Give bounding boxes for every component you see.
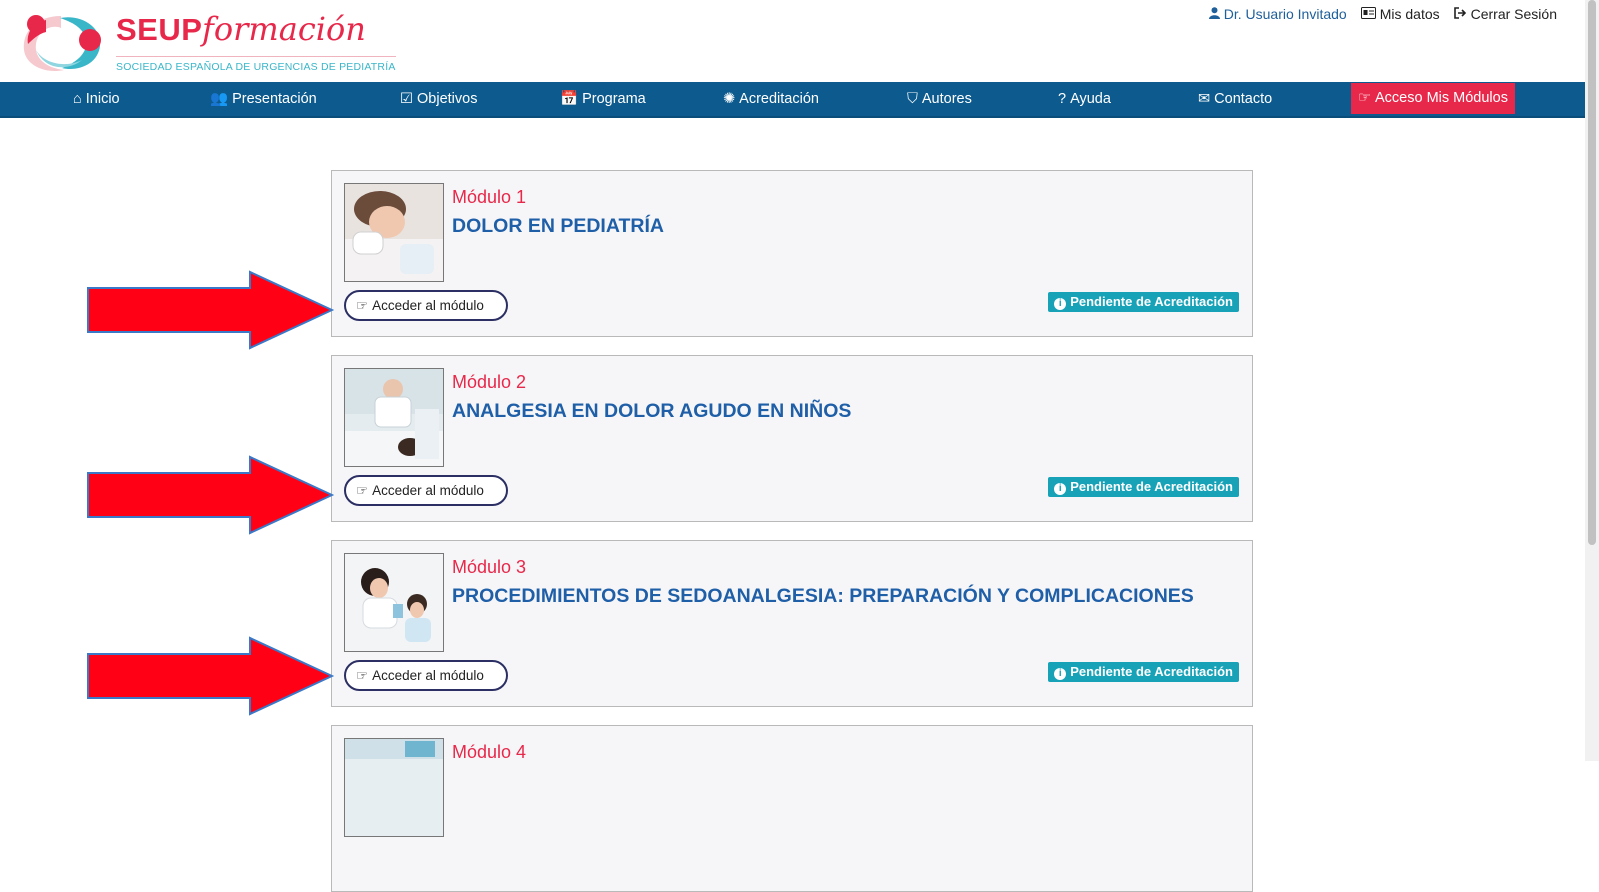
my-data-link[interactable]: Mis datos — [1360, 6, 1440, 22]
module-thumbnail — [344, 553, 444, 652]
nav-label: Ayuda — [1070, 91, 1111, 107]
module-image — [345, 369, 443, 466]
nav-item-objetivos[interactable]: ☑ Objetivos — [400, 82, 477, 116]
info-circle-icon: i — [1054, 483, 1067, 495]
hand-point-right-icon: ☞ — [1358, 90, 1371, 106]
module-number: Módulo 1 — [452, 187, 527, 207]
logo-subtitle: formación — [202, 10, 366, 48]
nav-item-acceso-mis-modulos[interactable]: ☞ Acceso Mis Módulos — [1351, 83, 1515, 114]
hand-point-right-icon: ☞ — [356, 483, 369, 498]
nav-label: Acceso Mis Módulos — [1375, 90, 1508, 106]
user-link[interactable]: Dr. Usuario Invitado — [1208, 6, 1347, 22]
access-module-button[interactable]: ☞ Acceder al módulo — [344, 475, 508, 506]
status-badge: i Pendiente de Acreditación — [1048, 477, 1239, 497]
module-image — [345, 184, 443, 281]
users-icon: 👥 — [210, 91, 229, 107]
access-module-button[interactable]: ☞ Acceder al módulo — [344, 660, 508, 691]
status-badge: i Pendiente de Acreditación — [1048, 662, 1239, 682]
module-number: Módulo 3 — [452, 557, 527, 577]
module-thumbnail — [344, 368, 444, 467]
page-scrollbar[interactable] — [1585, 0, 1599, 761]
shield-icon: ⛉ — [907, 91, 918, 107]
user-bar: Dr. Usuario Invitado Mis datos Cerrar Se… — [1208, 6, 1557, 22]
module-card: Módulo 1 DOLOR EN PEDIATRÍA ☞ Acceder al … — [331, 170, 1253, 337]
nav-label: Presentación — [232, 91, 317, 107]
nav-item-presentacion[interactable]: 👥 Presentación — [210, 82, 317, 116]
user-icon — [1208, 7, 1220, 19]
nav-label: Objetivos — [417, 91, 478, 107]
status-badge: i Pendiente de Acreditación — [1048, 292, 1239, 312]
question-circle-icon: ? — [1058, 91, 1067, 107]
hand-point-right-icon: ☞ — [356, 668, 369, 683]
access-module-label: Acceder al módulo — [372, 668, 484, 683]
site-header: SEUP formación SOCIEDAD ESPAÑOLA DE URGE… — [0, 0, 1585, 82]
info-circle-icon: i — [1054, 298, 1067, 310]
check-square-icon: ☑ — [400, 91, 413, 107]
nav-item-autores[interactable]: ⛉ Autores — [907, 82, 972, 116]
module-number: Módulo 2 — [452, 372, 527, 392]
nav-item-inicio[interactable]: ⌂ Inicio — [73, 82, 120, 116]
seup-logo[interactable]: SEUP formación SOCIEDAD ESPAÑOLA DE URGE… — [16, 8, 396, 76]
certificate-icon: ✺ — [723, 91, 736, 107]
main-nav: ⌂ Inicio 👥 Presentación ☑ Objetivos 📅 Progra… — [0, 82, 1585, 118]
access-module-label: Acceder al módulo — [372, 298, 484, 313]
sign-out-icon — [1453, 7, 1466, 19]
logout-link[interactable]: Cerrar Sesión — [1453, 6, 1557, 22]
envelope-icon: ✉ — [1198, 91, 1211, 107]
nav-item-acreditacion[interactable]: ✺ Acreditación — [723, 82, 819, 116]
nav-label: Acreditación — [739, 91, 819, 107]
calendar-check-icon: 📅 — [560, 91, 579, 107]
module-title: ANALGESIA EN DOLOR AGUDO EN NIÑOS — [452, 400, 852, 422]
red-arrow-annotation — [87, 636, 334, 716]
red-arrow-annotation — [87, 455, 334, 535]
nav-label: Contacto — [1214, 91, 1273, 107]
nav-item-programa[interactable]: 📅 Programa — [560, 82, 646, 116]
module-card: Módulo 4 — [331, 725, 1253, 892]
module-title: PROCEDIMIENTOS DE SEDOANALGESIA: PREPARA… — [452, 585, 1194, 607]
status-label: Pendiente de Acreditación — [1070, 664, 1233, 679]
module-number: Módulo 4 — [452, 742, 527, 762]
nav-label: Inicio — [85, 91, 120, 107]
nav-item-ayuda[interactable]: ? Ayuda — [1058, 82, 1111, 116]
status-label: Pendiente de Acreditación — [1070, 294, 1233, 309]
my-data-label: Mis datos — [1379, 6, 1440, 22]
logout-label: Cerrar Sesión — [1470, 6, 1557, 22]
home-icon: ⌂ — [73, 91, 82, 107]
logo-tagline: SOCIEDAD ESPAÑOLA DE URGENCIAS DE PEDIAT… — [116, 56, 396, 73]
module-image — [345, 554, 443, 651]
module-card: Módulo 2 ANALGESIA EN DOLOR AGUDO EN NIÑ… — [331, 355, 1253, 522]
red-arrow-annotation — [87, 270, 334, 350]
user-name: Dr. Usuario Invitado — [1223, 6, 1347, 22]
nav-item-contacto[interactable]: ✉ Contacto — [1198, 82, 1272, 116]
access-module-button[interactable]: ☞ Acceder al módulo — [344, 290, 508, 321]
access-module-label: Acceder al módulo — [372, 483, 484, 498]
module-card: Módulo 3 PROCEDIMIENTOS DE SEDOANALGESIA… — [331, 540, 1253, 707]
logo-title: SEUP — [116, 12, 203, 47]
module-thumbnail — [344, 738, 444, 837]
id-card-icon — [1360, 7, 1376, 19]
module-title: DOLOR EN PEDIATRÍA — [452, 215, 664, 237]
status-label: Pendiente de Acreditación — [1070, 479, 1233, 494]
module-image — [345, 739, 443, 836]
nav-label: Programa — [582, 91, 646, 107]
module-thumbnail — [344, 183, 444, 282]
scrollbar-thumb[interactable] — [1588, 0, 1596, 545]
seup-logo-icon — [23, 15, 101, 72]
hand-point-right-icon: ☞ — [356, 298, 369, 313]
info-circle-icon: i — [1054, 668, 1067, 680]
nav-label: Autores — [921, 91, 972, 107]
